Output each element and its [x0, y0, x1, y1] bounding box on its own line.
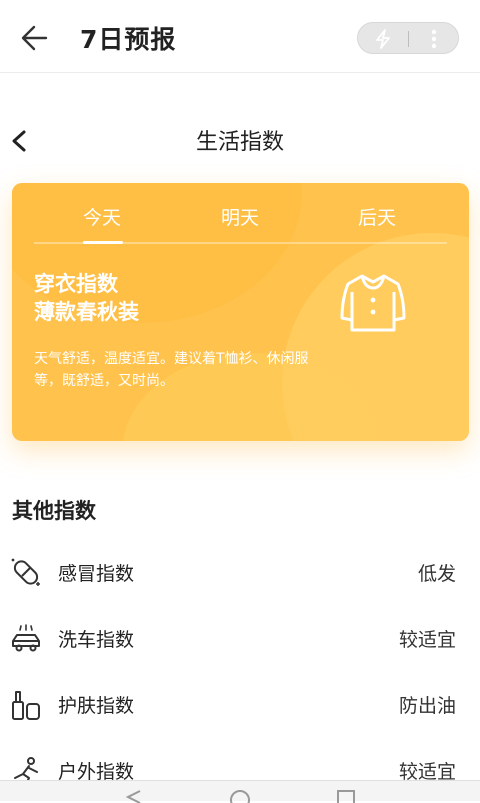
sub-header: 生活指数: [0, 112, 480, 164]
back-arrow-icon: [21, 25, 48, 51]
back-button[interactable]: [18, 22, 54, 54]
item-value: 低发: [417, 563, 456, 585]
index-value: 薄款春秋装: [34, 300, 139, 324]
more-button[interactable]: [424, 27, 444, 51]
tab-day-after[interactable]: 后天: [317, 203, 437, 230]
item-value: 较适宜: [398, 629, 456, 651]
pill-icon: [11, 558, 40, 586]
system-nav-bar: [0, 780, 480, 803]
item-label: 感冒指数: [58, 563, 135, 585]
item-label: 洗车指数: [58, 629, 135, 651]
section-header-title: 生活指数: [195, 130, 284, 155]
tab-tomorrow[interactable]: 明天: [180, 203, 300, 230]
more-vertical-icon: [431, 29, 437, 49]
nav-recents-icon[interactable]: [336, 789, 356, 803]
nav-home-icon[interactable]: [229, 789, 251, 803]
index-name: 穿衣指数: [34, 272, 118, 296]
item-label: 护肤指数: [58, 695, 135, 717]
cosmetics-icon: [12, 691, 40, 720]
mini-program-capsule: [357, 22, 459, 54]
page-title: 7日预报: [80, 25, 177, 54]
list-item-car-wash[interactable]: 洗车指数 较适宜: [0, 609, 480, 669]
list-item-skincare[interactable]: 护肤指数 防出油: [0, 675, 480, 735]
capsule-divider: [408, 31, 409, 47]
item-value: 防出油: [398, 695, 456, 717]
clothing-index-card: 今天 明天 后天 穿衣指数 薄款春秋装 天气舒适，温度适宜。建议着T恤衫、休闲服…: [12, 183, 469, 441]
list-item-cold[interactable]: 感冒指数 低发: [0, 543, 480, 603]
tab-today[interactable]: 今天: [42, 203, 162, 230]
car-wash-icon: [12, 624, 40, 652]
nav-back-icon[interactable]: [124, 789, 144, 803]
other-indices-title: 其他指数: [12, 499, 96, 523]
tab-active-indicator: [83, 241, 123, 244]
bolt-button[interactable]: [372, 28, 394, 50]
shirt-icon: [340, 274, 406, 332]
index-description: 天气舒适，温度适宜。建议着T恤衫、休闲服等，既舒适，又时尚。: [34, 351, 309, 389]
top-bar: 7日预报: [0, 0, 480, 73]
lightning-icon: [376, 29, 390, 49]
